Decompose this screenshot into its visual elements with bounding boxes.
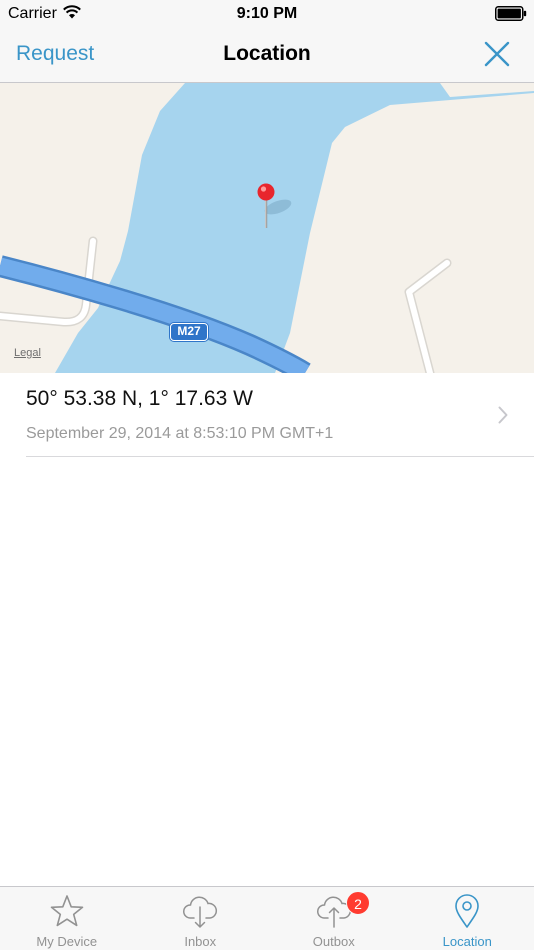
outbox-badge: 2 [346, 891, 370, 915]
close-icon[interactable] [484, 41, 510, 67]
navigation-bar: Request Location [0, 28, 534, 83]
road-label: M27 [177, 324, 201, 338]
location-cell[interactable]: 50° 53.38 N, 1° 17.63 W September 29, 20… [0, 373, 534, 457]
battery-icon [495, 6, 527, 21]
star-icon [50, 895, 84, 927]
tab-outbox[interactable]: 2 Outbox [267, 887, 401, 950]
tab-label-inbox: Inbox [184, 934, 217, 949]
legal-link[interactable]: Legal [14, 347, 41, 359]
status-bar: Carrier 9:10 PM [0, 0, 534, 28]
tab-bar: My Device Inbox 2 Outbox Location [0, 886, 534, 950]
map-graphic [0, 83, 534, 373]
tab-label-my-device: My Device [36, 934, 98, 949]
timestamp-label: September 29, 2014 at 8:53:10 PM GMT+1 [26, 425, 334, 442]
map-pin-head [257, 183, 275, 201]
request-button[interactable]: Request [16, 42, 94, 66]
cloud-download-icon [183, 896, 218, 928]
tab-location[interactable]: Location [401, 887, 534, 950]
tab-label-location: Location [442, 934, 492, 949]
map-view[interactable]: M27 Legal [0, 83, 534, 373]
chevron-right-icon [498, 406, 508, 424]
tab-label-outbox: Outbox [312, 934, 355, 949]
tab-inbox[interactable]: Inbox [134, 887, 268, 950]
road-label-badge: M27 [170, 323, 208, 341]
location-pin-icon [455, 894, 480, 928]
row-divider [26, 456, 534, 457]
status-time: 9:10 PM [236, 5, 298, 22]
coordinates-label: 50° 53.38 N, 1° 17.63 W [26, 387, 253, 410]
tab-my-device[interactable]: My Device [0, 887, 134, 950]
